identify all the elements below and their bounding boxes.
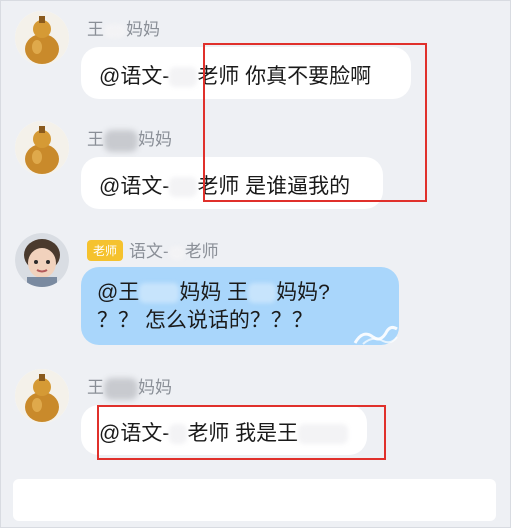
wave-decoration-icon	[353, 325, 398, 345]
sender-name: 王妈妈	[87, 373, 172, 400]
message-input[interactable]	[13, 479, 496, 521]
sender-name: 王妈妈	[87, 20, 160, 39]
sender-name: 老师 语文- 老师	[87, 237, 219, 262]
chat-window: 王妈妈 @语文- 老师 你真不要脸啊 王妈妈 @语文- 老师 是谁逼我的 老师 …	[0, 0, 511, 528]
avatar-gourd-icon[interactable]	[15, 121, 69, 175]
highlight-box	[203, 43, 427, 202]
message-bubble[interactable]: @王 妈妈 王妈妈? ？？ 怎么说话的？？？	[81, 267, 399, 345]
teacher-badge: 老师	[87, 240, 124, 261]
highlight-box	[97, 405, 386, 460]
avatar-child-photo-icon[interactable]	[15, 233, 69, 287]
avatar-gourd-icon[interactable]	[15, 369, 69, 423]
avatar-gourd-icon[interactable]	[15, 11, 69, 65]
sender-name: 王妈妈	[87, 125, 172, 152]
